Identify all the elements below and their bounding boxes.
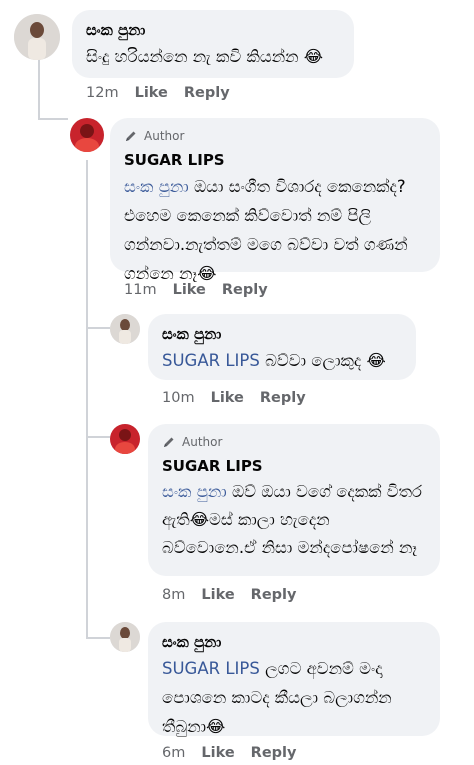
author-badge: Author (124, 128, 426, 144)
timestamp[interactable]: 6m (162, 745, 185, 761)
like-button[interactable]: Like (201, 587, 234, 603)
comment-text: සිංදු හරියන්නෙ නැ කවි කියන්න 😂 (86, 42, 340, 71)
comment-actions: 8m Like Reply (162, 585, 296, 605)
timestamp[interactable]: 8m (162, 587, 185, 603)
like-button[interactable]: Like (173, 282, 206, 298)
thread-line-nested-branch-1 (86, 327, 110, 329)
avatar[interactable] (110, 622, 140, 652)
pencil-icon (126, 131, 136, 141)
comment-text: සංක පුනා ඔයා සංගීත විශාරද කෙනෙක්ද?එහෙම ක… (124, 172, 426, 288)
avatar[interactable] (110, 314, 140, 344)
mention-link[interactable]: SUGAR LIPS (162, 351, 260, 370)
pencil-icon (164, 437, 174, 447)
commenter-name[interactable]: SUGAR LIPS (124, 150, 426, 170)
avatar[interactable] (110, 424, 140, 454)
like-button[interactable]: Like (201, 745, 234, 761)
comment-actions: 12m Like Reply (86, 83, 230, 103)
comment-body: සිංදු හරියන්නෙ නැ කවි කියන්න 😂 (86, 47, 324, 66)
timestamp[interactable]: 12m (86, 85, 119, 101)
commenter-name[interactable]: සංක පුනා (162, 632, 426, 652)
mention-link[interactable]: SUGAR LIPS (162, 659, 260, 678)
author-badge: Author (162, 434, 426, 450)
like-button[interactable]: Like (135, 85, 168, 101)
mention-link[interactable]: සංක පුනා (124, 177, 189, 196)
comment-actions: 10m Like Reply (162, 388, 306, 408)
comment-bubble: Author SUGAR LIPS සංක පුනා ඔව් ඔයා වගේ ද… (148, 424, 440, 576)
commenter-name[interactable]: SUGAR LIPS (162, 456, 426, 476)
commenter-name[interactable]: සංක පුනා (86, 20, 340, 40)
comment-actions: 11m Like Reply (124, 280, 268, 300)
thread-line-main-curve (38, 118, 68, 120)
thread-line-main (38, 50, 40, 120)
thread-line-nested-branch-2 (86, 436, 110, 438)
comment-text: SUGAR LIPS බව්වා ලොකුද 😂 (162, 346, 402, 375)
thread-line-nested-branch-3 (86, 637, 110, 639)
comment-text: SUGAR LIPS ලගට අවනම් මංදා පොශනෙ කාටද කීය… (162, 654, 426, 741)
reply-button[interactable]: Reply (251, 745, 297, 761)
like-button[interactable]: Like (211, 390, 244, 406)
comment-text: සංක පුනා ඔව් ඔයා වගේ දෙකක් විතර ඇති😂මස් … (162, 478, 426, 562)
comment-bubble: Author SUGAR LIPS සංක පුනා ඔයා සංගීත විශ… (110, 118, 440, 283)
reply-button[interactable]: Reply (222, 282, 268, 298)
reply-button[interactable]: Reply (260, 390, 306, 406)
comment-bubble: සංක පුනා SUGAR LIPS බව්වා ලොකුද 😂 (148, 314, 416, 380)
commenter-name[interactable]: සංක පුනා (162, 324, 402, 344)
reply-button[interactable]: Reply (251, 587, 297, 603)
comment-actions: 6m Like Reply (162, 743, 296, 763)
timestamp[interactable]: 11m (124, 282, 157, 298)
thread-line-nested (86, 160, 88, 638)
author-label: Author (182, 435, 223, 449)
comment-bubble: සංක පුනා සිංදු හරියන්නෙ නැ කවි කියන්න 😂 (72, 10, 354, 78)
author-label: Author (144, 129, 185, 143)
comment-body: බව්වා ලොකුද 😂 (259, 351, 386, 370)
avatar[interactable] (14, 14, 60, 60)
comment-bubble: සංක පුනා SUGAR LIPS ලගට අවනම් මංදා පොශනෙ… (148, 622, 440, 736)
avatar[interactable] (70, 118, 104, 152)
reply-button[interactable]: Reply (184, 85, 230, 101)
mention-link[interactable]: සංක පුනා (162, 482, 227, 501)
timestamp[interactable]: 10m (162, 390, 195, 406)
